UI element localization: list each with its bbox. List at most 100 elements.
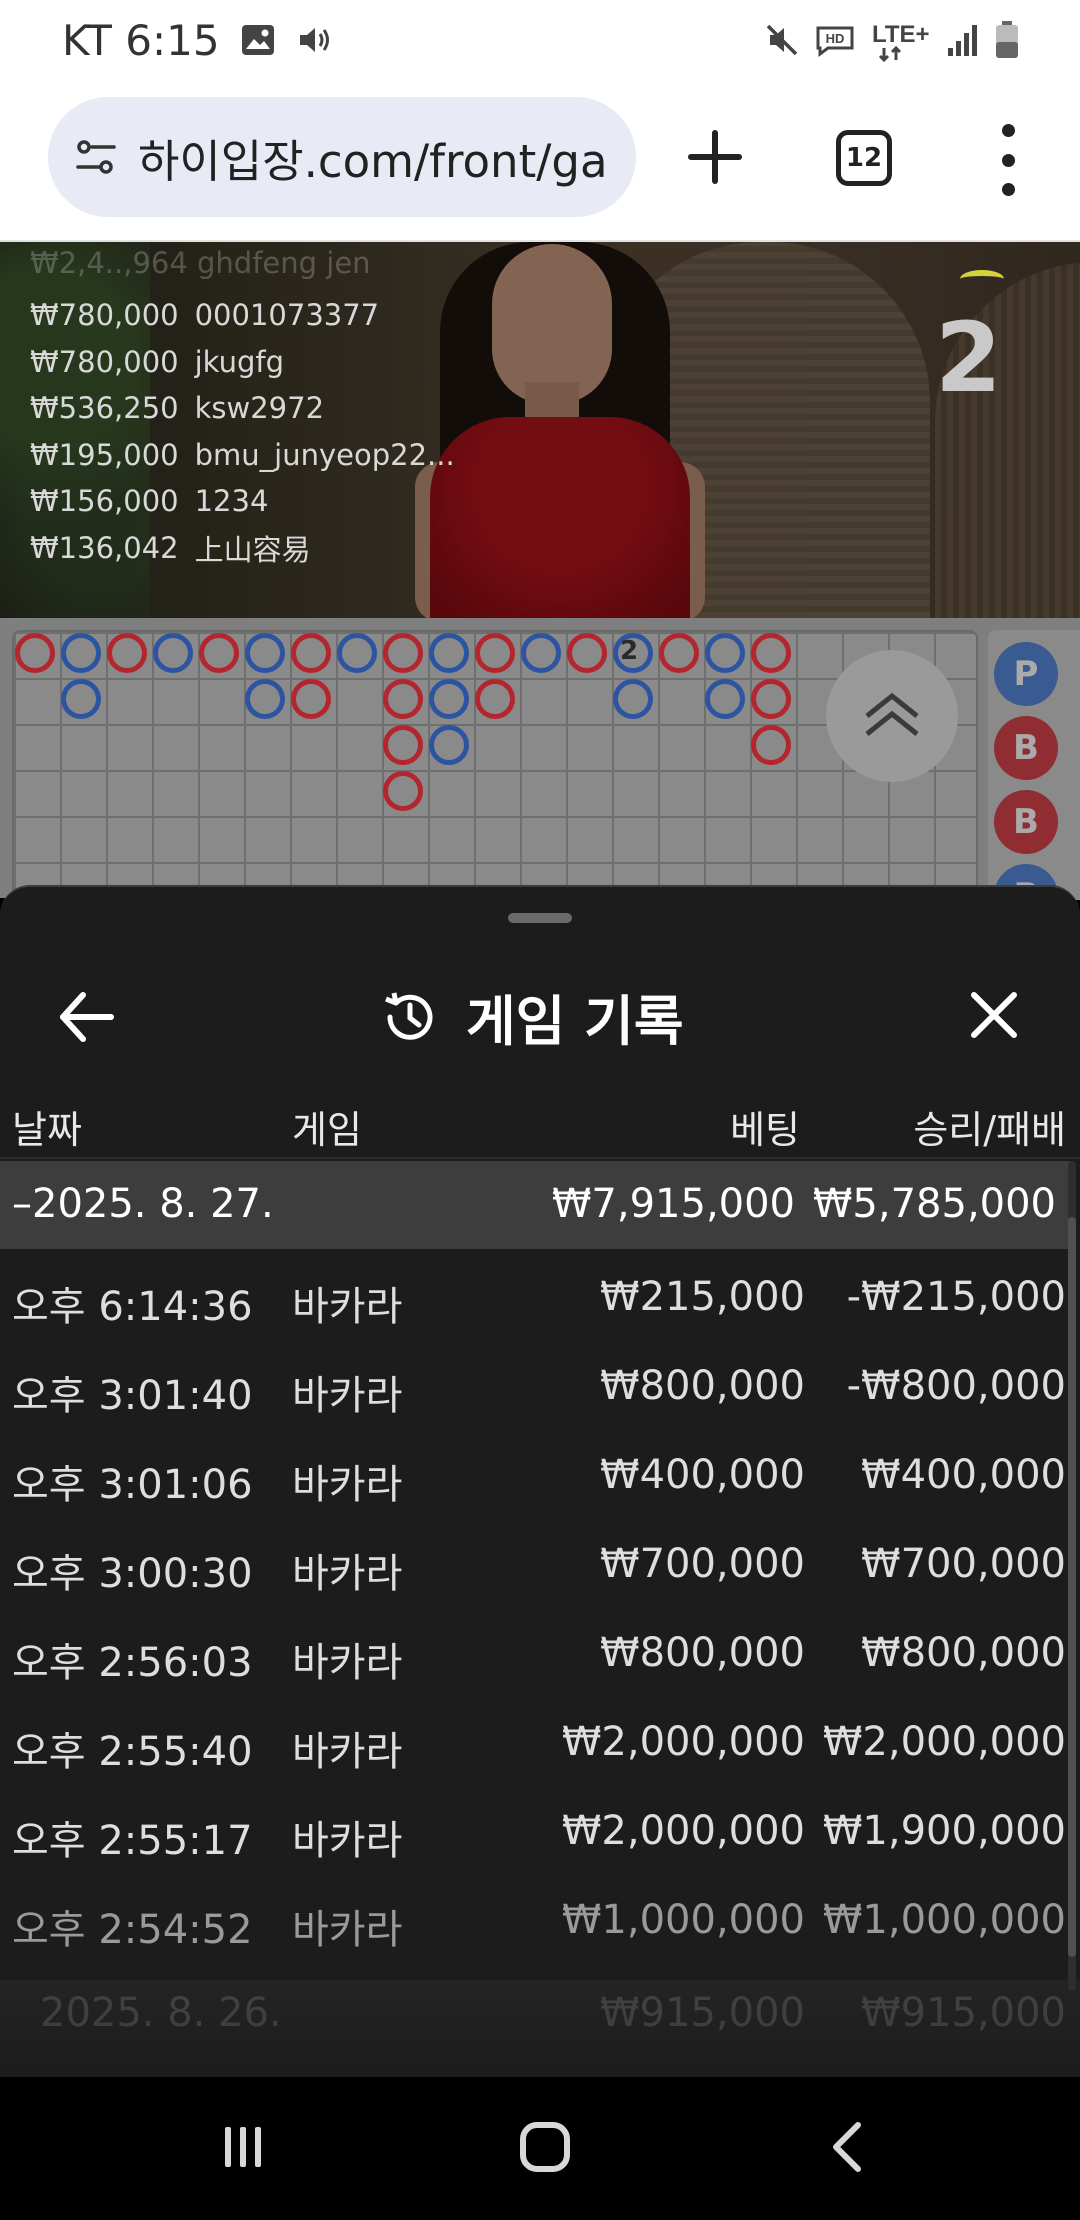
scoreboard: 2 P B B P — [0, 618, 1080, 928]
player-bead — [521, 633, 561, 673]
live-video: ₩2,4..,964 ghdfeng jen ₩780,000 000107337… — [0, 242, 1080, 618]
banker-bead — [107, 633, 147, 673]
winner-row: ₩195,000 bmu_junyeop22... — [30, 437, 455, 472]
player-bead — [705, 633, 745, 673]
player-bead — [429, 725, 469, 765]
player-bead — [337, 633, 377, 673]
road-side-panel: P B B P — [988, 630, 1080, 928]
column-header-bet[interactable]: 베팅 — [730, 1099, 800, 1154]
banker-bead — [199, 633, 239, 673]
player-bead — [429, 679, 469, 719]
round-indicator-mark — [960, 270, 1004, 288]
scrollbar-thumb[interactable] — [1068, 1217, 1076, 1957]
player-bead — [705, 679, 745, 719]
banker-bead — [751, 633, 791, 673]
new-tab-button[interactable] — [680, 115, 750, 199]
winner-row: ₩780,000 jkugfg — [30, 344, 284, 379]
address-bar[interactable]: 하이입장.com/front/game — [48, 97, 636, 217]
player-bead — [153, 633, 193, 673]
history-row[interactable]: 오후 3:01:40 바카라 ₩800,000 -₩800,000 — [0, 1341, 1080, 1430]
player-bead — [61, 679, 101, 719]
home-icon[interactable] — [510, 2115, 580, 2179]
column-header-date[interactable]: 날짜 — [12, 1099, 82, 1154]
hd-voice-icon: HD — [814, 22, 856, 58]
double-chevron-up-icon — [865, 692, 919, 736]
history-rows: 오후 6:14:36 바카라 ₩215,000 -₩215,000 오후 3:01:… — [0, 1252, 1080, 1964]
banker-bead — [659, 633, 699, 673]
banker-bead — [751, 725, 791, 765]
tab-switcher-icon[interactable]: 12 — [836, 130, 892, 186]
history-icon — [380, 987, 440, 1047]
banker-bead — [15, 633, 55, 673]
column-header-game[interactable]: 게임 — [292, 1099, 362, 1154]
mute-icon — [764, 22, 800, 58]
winner-row: ₩536,250 ksw2972 — [30, 391, 325, 426]
close-button[interactable] — [964, 985, 1024, 1045]
player-bead — [613, 679, 653, 719]
hd-label: HD — [826, 31, 845, 46]
player-bead — [61, 633, 101, 673]
winner-row: ₩136,042 上山容易 — [30, 530, 311, 567]
sheet-header: 게임 기록 — [0, 947, 1080, 1087]
url-text[interactable]: 하이입장.com/front/game — [138, 125, 608, 190]
more-vert-icon[interactable] — [990, 120, 1026, 200]
close-icon — [971, 992, 1017, 1038]
lte-label: LTE+ — [872, 21, 930, 48]
road-pill: B — [994, 716, 1058, 780]
banker-bead — [383, 771, 423, 811]
round-number: 2 — [935, 302, 1002, 414]
history-row[interactable]: 오후 2:55:17 바카라 ₩2,000,000 ₩1,900,000 — [0, 1786, 1080, 1875]
plus-icon — [688, 130, 742, 184]
banker-bead — [383, 679, 423, 719]
tab-count: 12 — [845, 143, 883, 173]
player-bead — [429, 633, 469, 673]
next-date-group-ghost: 2025. 8. 26. ₩915,000 ₩915,000 — [0, 1980, 1080, 2077]
game-history-sheet: 게임 기록 날짜 게임 베팅 승리/패배 –2025. 8. 27. ₩7,91… — [0, 885, 1080, 2077]
history-row[interactable]: 오후 3:00:30 바카라 ₩700,000 ₩700,000 — [0, 1519, 1080, 1608]
back-button[interactable] — [55, 987, 117, 1047]
signal-icon — [946, 22, 980, 58]
road-pill: B — [994, 790, 1058, 854]
winner-faded-entry: ₩2,4..,964 ghdfeng jen — [30, 246, 371, 280]
bead-road-grid: 2 — [12, 630, 978, 900]
date-group-win-total: ₩5,785,000 — [812, 1181, 1056, 1227]
site-settings-icon[interactable] — [72, 133, 120, 181]
date-group-bet-total: ₩7,915,000 — [551, 1181, 795, 1227]
banker-bead — [383, 633, 423, 673]
winner-row: ₩780,000 0001073377 — [30, 298, 380, 333]
system-nav-bar — [0, 2077, 1080, 2220]
expand-scoreboard-button[interactable] — [826, 650, 958, 782]
winners-list: ₩780,000 0001073377 ₩780,000 jkugfg ₩536,2… — [30, 292, 455, 571]
road-pill: P — [994, 642, 1058, 706]
status-time: KT 6:15 — [62, 15, 220, 65]
banker-bead — [475, 679, 515, 719]
table-header: 날짜 게임 베팅 승리/패배 — [0, 1087, 1080, 1159]
history-row[interactable]: 오후 2:56:03 바카라 ₩800,000 ₩800,000 — [0, 1608, 1080, 1697]
back-icon[interactable] — [815, 2115, 885, 2179]
player-bead — [245, 679, 285, 719]
status-bar: KT 6:15 HD LTE+ — [0, 0, 1080, 80]
back-arrow-icon — [60, 992, 114, 1042]
date-group-row[interactable]: –2025. 8. 27. ₩7,915,000 ₩5,785,000 — [0, 1161, 1070, 1249]
banker-bead — [291, 633, 331, 673]
tie-marker-label: 2 — [620, 636, 639, 666]
sheet-grabber[interactable] — [508, 913, 572, 923]
lte-plus-icon: LTE+ — [870, 18, 932, 62]
recents-icon[interactable] — [208, 2115, 278, 2179]
banker-bead — [383, 725, 423, 765]
history-row[interactable]: 오후 3:01:06 바카라 ₩400,000 ₩400,000 — [0, 1430, 1080, 1519]
history-row[interactable]: 오후 2:55:40 바카라 ₩2,000,000 ₩2,000,000 — [0, 1697, 1080, 1786]
image-icon — [240, 23, 276, 57]
history-row[interactable]: 오후 2:54:52 바카라 ₩1,000,000 ₩1,000,000 — [0, 1875, 1080, 1964]
history-row[interactable]: 오후 6:14:36 바카라 ₩215,000 -₩215,000 — [0, 1252, 1080, 1341]
banker-bead — [291, 679, 331, 719]
browser-toolbar: 하이입장.com/front/game 12 — [0, 80, 1080, 242]
banker-bead — [567, 633, 607, 673]
column-header-win-loss[interactable]: 승리/패배 — [913, 1099, 1066, 1154]
volume-icon — [296, 23, 332, 57]
player-bead — [245, 633, 285, 673]
battery-icon — [994, 20, 1020, 60]
banker-bead — [751, 679, 791, 719]
date-group-label: –2025. 8. 27. — [12, 1181, 274, 1227]
banker-bead — [475, 633, 515, 673]
